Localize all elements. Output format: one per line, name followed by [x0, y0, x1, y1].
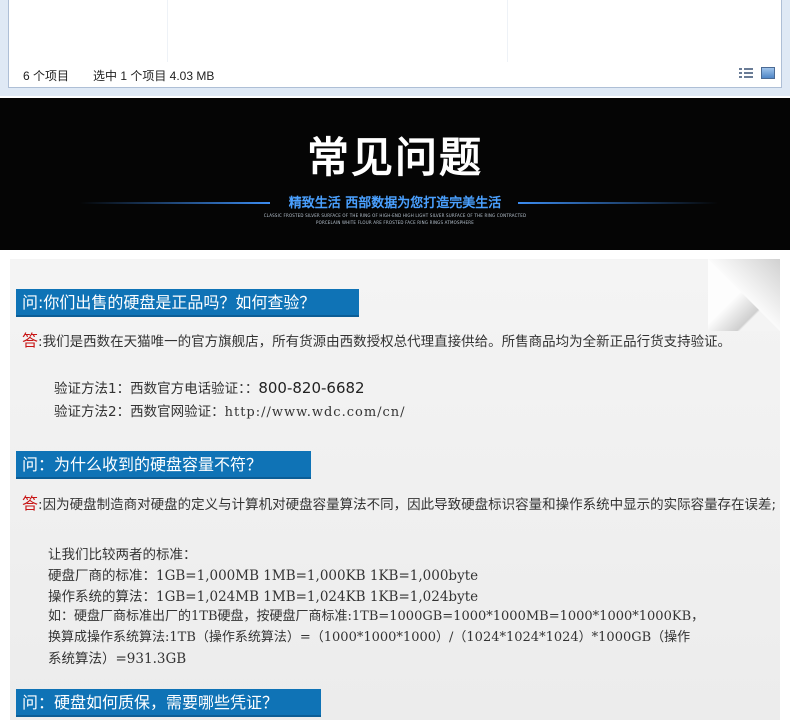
- large-icons-view-icon[interactable]: [761, 67, 775, 79]
- banner-slogan: 精致生活 西部数据为您打造完美生活: [288, 196, 502, 211]
- capacity-example-line2: 换算成操作系统算法:1TB（操作系统算法）=（1000*1000*1000）/（…: [48, 630, 691, 645]
- faq-question-authenticity: 问:你们出售的硬盘是正品吗？如何查验？: [16, 289, 359, 317]
- answer-text: :我们是西数在天猫唯一的官方旗舰店，所有货源由西数授权总代理直接供给。所售商品均…: [38, 334, 732, 350]
- capacity-vendor-standard: 硬盘厂商的标准：1GB=1,000MB 1MB=1,000KB 1KB=1,00…: [48, 568, 479, 584]
- status-item-count: 6 个项目: [23, 69, 70, 83]
- column-separator: [507, 0, 508, 62]
- faq-answer-authenticity: 答:我们是西数在天猫唯一的官方旗舰店，所有货源由西数授权总代理直接供给。所售商品…: [22, 330, 782, 353]
- verify-method1-label: 验证方法1：西数官方电话验证：：: [54, 381, 259, 397]
- verify-method2-label: 验证方法2：西数官网验证：: [54, 404, 225, 420]
- capacity-example-line1: 如：硬盘厂商标准出厂的1TB硬盘，按硬盘厂商标准:1TB=1000GB=1000…: [48, 609, 705, 624]
- verify-website-url[interactable]: http://www.wdc.com/cn/: [225, 405, 406, 420]
- page-curl-decoration: [708, 259, 780, 331]
- capacity-os-standard: 操作系统的算法：1GB=1,024MB 1MB=1,024KB 1KB=1,02…: [48, 589, 479, 605]
- banner-subtitle-line2: PORCELAIN WHITE FLOUR ARE FROSTED FACE R…: [316, 220, 474, 225]
- details-view-icon[interactable]: [739, 67, 753, 79]
- faq-question-capacity: 问：为什么收到的硬盘容量不符？: [16, 451, 311, 479]
- view-switcher: [739, 67, 775, 79]
- banner-subtitle-line1: CLASSIC FROSTED SILVER SURFACE OF THE RI…: [263, 213, 527, 218]
- banner-title: 常见问题: [306, 133, 483, 182]
- verify-method-phone: 验证方法1：西数官方电话验证：：800-820-6682: [54, 377, 365, 397]
- status-bar: 6 个项目 选中 1 个项目 4.03 MB: [9, 62, 781, 86]
- answer-mark: 答: [22, 331, 39, 350]
- verify-phone-number: 800-820-6682: [258, 379, 365, 397]
- faq-answer-capacity: 答:因为硬盘制造商对硬盘的定义与计算机对硬盘容量算法不同，因此导致硬盘标识容量和…: [22, 493, 782, 516]
- column-separator: [167, 0, 168, 62]
- capacity-intro: 让我们比较两者的标准：: [48, 547, 197, 563]
- answer-text: :因为硬盘制造商对硬盘的定义与计算机对硬盘容量算法不同，因此导致硬盘标识容量和操…: [38, 497, 777, 513]
- capacity-example-line3: 系统算法）=931.3GB: [48, 651, 187, 667]
- file-list-area[interactable]: 6 个项目 选中 1 个项目 4.03 MB: [8, 0, 782, 88]
- faq-banner: 常见问题 精致生活 西部数据为您打造完美生活 CLASSIC FROSTED S…: [0, 98, 790, 250]
- answer-mark: 答: [22, 494, 39, 513]
- status-selected-info: 选中 1 个项目 4.03 MB: [93, 69, 215, 83]
- verify-method-website: 验证方法2：西数官网验证：http://www.wdc.com/cn/: [54, 400, 406, 420]
- explorer-window: 6 个项目 选中 1 个项目 4.03 MB: [0, 0, 790, 96]
- faq-question-warranty: 问：硬盘如何质保，需要哪些凭证？: [16, 689, 321, 717]
